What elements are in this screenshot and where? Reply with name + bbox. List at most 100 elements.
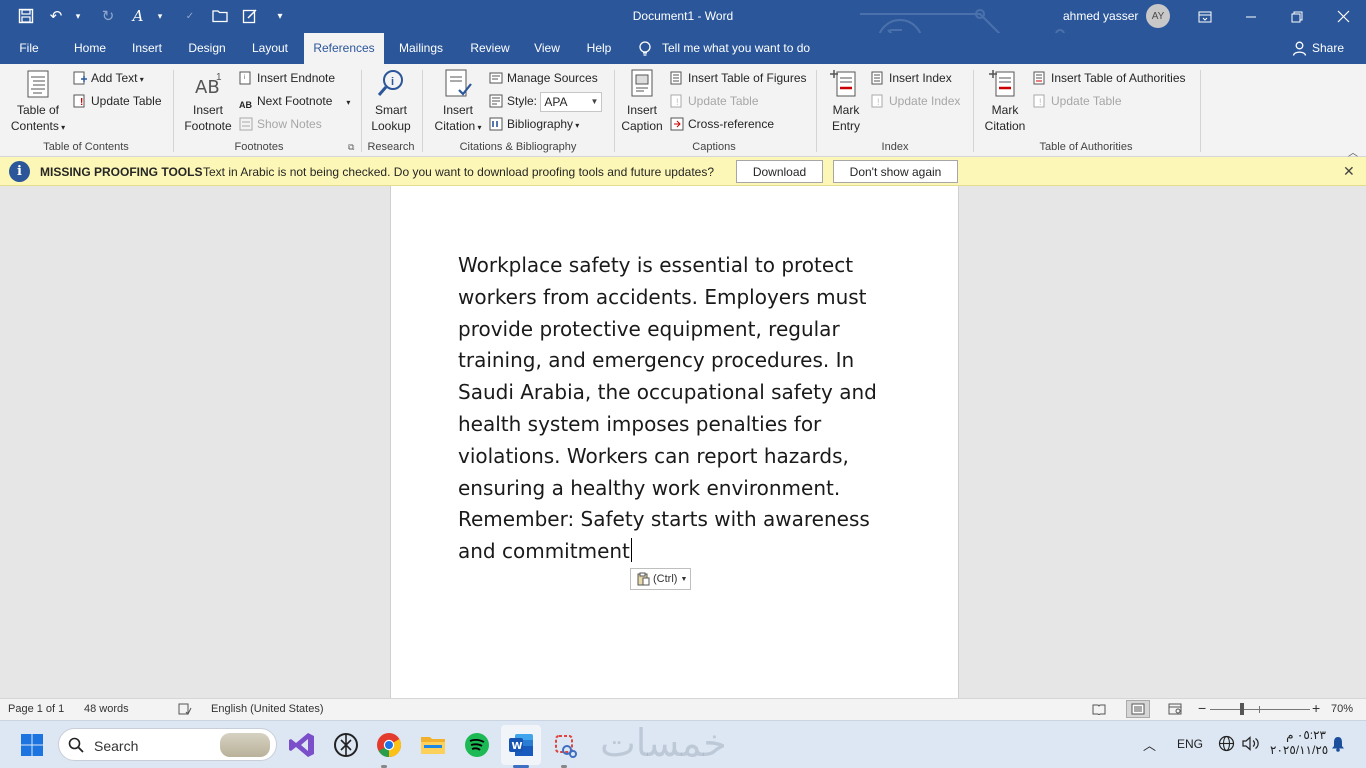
mark-citation-button[interactable]: Mark Citation	[980, 68, 1030, 134]
language-status[interactable]: English (United States)	[211, 703, 324, 715]
close-icon[interactable]	[1320, 0, 1366, 33]
mark-citation-label-1: Mark	[991, 103, 1019, 117]
redo-icon[interactable]: ↻	[96, 5, 120, 27]
page-count[interactable]: Page 1 of 1	[8, 703, 64, 715]
tab-design[interactable]: Design	[180, 33, 234, 64]
zoom-in-icon[interactable]: +	[1312, 700, 1320, 716]
notification-bell-icon[interactable]	[1331, 736, 1345, 752]
avatar[interactable]: AY	[1146, 4, 1170, 28]
manage-sources-button[interactable]: Manage Sources	[489, 71, 598, 85]
insert-table-of-figures-button[interactable]: Insert Table of Figures	[670, 71, 807, 85]
undo-icon[interactable]: ↶	[44, 5, 68, 27]
update-table-button[interactable]: ! Update Table	[73, 94, 162, 108]
toc-label-1: Table of	[16, 103, 60, 117]
volume-icon[interactable]	[1242, 736, 1260, 751]
download-button[interactable]: Download	[736, 160, 823, 183]
style-dropdown[interactable]: APA ▼	[540, 92, 603, 112]
share-button[interactable]: Share	[1292, 33, 1344, 64]
ribbon-display-options-icon[interactable]	[1182, 0, 1228, 33]
read-mode-icon[interactable]	[1092, 703, 1106, 718]
style-icon	[489, 94, 503, 108]
tab-references[interactable]: References	[304, 33, 384, 64]
add-text-button[interactable]: Add Text ▾	[73, 71, 144, 85]
tab-home[interactable]: Home	[64, 33, 116, 64]
group-label-research: Research	[367, 141, 415, 153]
next-footnote-button[interactable]: AB Next Footnote ▾	[239, 94, 350, 114]
show-notes-button[interactable]: Show Notes	[239, 117, 322, 131]
web-layout-icon[interactable]	[1168, 703, 1182, 718]
message-bar: i MISSING PROOFING TOOLS Text in Arabic …	[0, 157, 1366, 186]
style-selector[interactable]: Style: APA ▼	[489, 92, 603, 112]
clock-time: ٠٥:٢٣ م	[1286, 728, 1326, 742]
chevron-up-icon[interactable]: ︿	[1143, 735, 1156, 754]
footnote-label-1: Insert	[192, 103, 223, 117]
word-count[interactable]: 48 words	[84, 703, 129, 715]
chrome-icon[interactable]	[375, 731, 403, 759]
snipping-tool-icon[interactable]	[551, 731, 579, 759]
insert-footnote-button[interactable]: AB 1 Insert Footnote	[180, 68, 236, 134]
spotify-icon[interactable]	[463, 731, 491, 759]
save-icon[interactable]	[14, 5, 38, 27]
word-icon[interactable]: W	[507, 731, 535, 759]
tell-me-box[interactable]: Tell me what you want to do	[638, 33, 810, 64]
undo-dropdown-icon[interactable]: ▾	[66, 5, 90, 27]
language-indicator[interactable]: ENG	[1177, 737, 1203, 751]
group-separator	[173, 70, 174, 152]
tab-layout[interactable]: Layout	[244, 33, 296, 64]
smart-lookup-button[interactable]: i Smart Lookup	[366, 68, 416, 134]
file-explorer-icon[interactable]	[419, 731, 447, 759]
group-separator	[614, 70, 615, 152]
tab-file[interactable]: File	[8, 33, 50, 64]
tab-insert[interactable]: Insert	[124, 33, 170, 64]
restore-icon[interactable]	[1274, 0, 1320, 33]
mark-citation-icon	[989, 70, 1015, 97]
cross-reference-button[interactable]: Cross-reference	[670, 117, 774, 131]
edit-document-icon[interactable]	[238, 5, 262, 27]
format-painter-icon[interactable]: A	[126, 5, 150, 27]
customize-qat-icon[interactable]: ▾	[268, 5, 292, 27]
tab-help[interactable]: Help	[580, 33, 618, 64]
mark-entry-icon	[830, 70, 856, 97]
tab-review[interactable]: Review	[464, 33, 516, 64]
globe-icon[interactable]	[1218, 735, 1235, 752]
proofing-icon[interactable]	[178, 703, 192, 718]
zoom-level[interactable]: 70%	[1331, 703, 1353, 715]
insert-citation-button[interactable]: Insert Citation ▾	[428, 68, 488, 136]
svg-text:W: W	[512, 741, 523, 752]
dont-show-again-button[interactable]: Don't show again	[833, 160, 958, 183]
insert-caption-button[interactable]: Insert Caption	[617, 68, 667, 134]
visual-studio-icon[interactable]	[288, 731, 316, 759]
user-name[interactable]: ahmed yasser	[1063, 9, 1138, 23]
open-folder-icon[interactable]	[208, 5, 232, 27]
print-layout-icon[interactable]	[1126, 700, 1150, 718]
zoom-out-icon[interactable]: −	[1198, 700, 1206, 716]
close-message-icon[interactable]: ✕	[1343, 163, 1355, 180]
system-clock[interactable]: ٠٥:٢٣ م ٢٠٢٥/١١/٢٥	[1270, 728, 1328, 758]
update-index-button[interactable]: ! Update Index	[871, 94, 960, 108]
group-separator	[973, 70, 974, 152]
tab-view[interactable]: View	[528, 33, 566, 64]
tab-mailings[interactable]: Mailings	[392, 33, 450, 64]
insert-table-of-authorities-button[interactable]: Insert Table of Authorities	[1033, 71, 1186, 85]
font-dropdown-icon[interactable]: ▾	[148, 5, 172, 27]
taskbar-search-box[interactable]: Search	[58, 728, 277, 761]
footnotes-dialog-launcher-icon[interactable]: ⧉	[348, 142, 354, 153]
update-table-captions-button[interactable]: ! Update Table	[670, 94, 759, 108]
paste-options-button[interactable]: (Ctrl) ▼	[630, 568, 691, 590]
zoom-slider-thumb[interactable]	[1240, 703, 1244, 715]
insert-endnote-button[interactable]: i Insert Endnote	[239, 71, 335, 85]
bibliography-button[interactable]: Bibliography ▾	[489, 117, 579, 131]
document-body[interactable]: Workplace safety is essential to protect…	[458, 250, 878, 568]
message-text: Text in Arabic is not being checked. Do …	[203, 165, 714, 179]
spelling-icon[interactable]: ✓	[178, 5, 202, 27]
table-of-contents-button[interactable]: Table of Contents ▾	[8, 68, 68, 136]
caption-label-2: Caption	[621, 119, 663, 133]
mark-entry-button[interactable]: Mark Entry	[824, 68, 868, 134]
document-page[interactable]: Workplace safety is essential to protect…	[390, 186, 959, 698]
zoom-slider-track[interactable]	[1210, 709, 1310, 710]
insert-index-button[interactable]: Insert Index	[871, 71, 952, 85]
minimize-icon[interactable]	[1228, 0, 1274, 33]
chatgpt-icon[interactable]	[332, 731, 360, 759]
windows-start-icon[interactable]	[20, 733, 44, 757]
update-table-authorities-button[interactable]: ! Update Table	[1033, 94, 1122, 108]
